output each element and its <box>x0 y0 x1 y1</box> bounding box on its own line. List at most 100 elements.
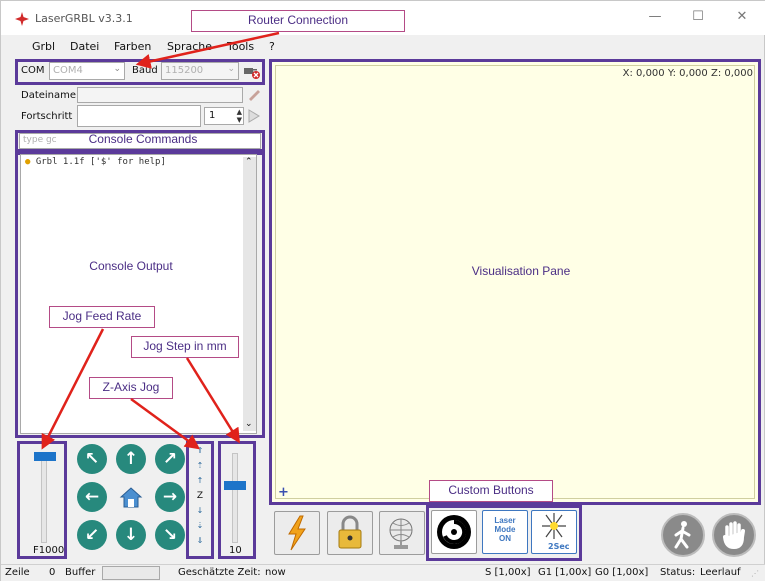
visualisation-pane[interactable]: X: 0,000 Y: 0,000 Z: 0,000 + <box>269 59 761 505</box>
status-label: Status: <box>660 567 696 578</box>
line-value: 0 <box>49 567 56 578</box>
globe-icon <box>389 518 413 549</box>
progress-label: Fortschritt <box>21 111 73 122</box>
z-up-fast-button[interactable]: ⇑ <box>195 447 205 455</box>
jog-down-button[interactable]: ↓ <box>116 520 146 550</box>
laser-app-icon <box>15 12 29 26</box>
menu-datei[interactable]: Datei <box>70 40 99 53</box>
jog-left-button[interactable]: ← <box>77 482 107 512</box>
walking-person-icon <box>674 521 691 549</box>
est-time-label: Geschätzte Zeit: <box>178 567 261 578</box>
com-value: COM4 <box>53 65 83 76</box>
unlock-button[interactable] <box>327 511 373 555</box>
laser-pulse-button[interactable]: 2Sec <box>531 510 577 554</box>
line-label: Zeile <box>5 567 30 578</box>
callout-z-axis-jog: Z-Axis Jog <box>89 377 173 399</box>
stop-hand-icon <box>723 521 745 550</box>
walk-button[interactable] <box>661 513 705 557</box>
callout-jog-feed-rate: Jog Feed Rate <box>49 306 155 328</box>
resize-grip-icon[interactable]: ⋰ <box>751 569 759 578</box>
z-label: Z <box>196 491 204 501</box>
z-down-button[interactable]: ↓ <box>195 507 205 515</box>
s-override[interactable]: S [1,00x] <box>485 567 531 578</box>
callout-router-connection: Router Connection <box>191 10 405 32</box>
home-icon <box>119 487 143 508</box>
menu-farben[interactable]: Farben <box>114 40 151 53</box>
callout-console-commands: Console Commands <box>88 132 198 146</box>
z-down-fast-button[interactable]: ⇓ <box>195 537 205 545</box>
g1-override[interactable]: G1 [1,00x] <box>538 567 591 578</box>
flash-grbl-button[interactable] <box>274 511 320 555</box>
est-time-value: now <box>265 567 286 578</box>
stop-button[interactable] <box>712 513 756 557</box>
com-select[interactable]: COM4 ⌄ <box>49 62 125 80</box>
coordinates-readout: X: 0,000 Y: 0,000 Z: 0,000 <box>622 68 753 79</box>
callout-jog-step: Jog Step in mm <box>131 336 239 358</box>
buffer-bar <box>102 566 160 580</box>
scroll-up-icon[interactable]: ⌃ <box>245 157 253 167</box>
jog-up-right-button[interactable]: ↗ <box>155 444 185 474</box>
laser-burst-icon <box>542 513 566 539</box>
callout-visualisation-pane: Visualisation Pane <box>471 264 571 278</box>
info-icon: ● <box>25 157 31 167</box>
jog-right-button[interactable]: → <box>155 482 185 512</box>
spiral-icon <box>437 515 471 549</box>
copies-value: 1 <box>209 110 216 121</box>
jog-down-left-button[interactable]: ↙ <box>77 520 107 550</box>
padlock-icon <box>338 515 362 549</box>
chevron-down-icon: ⌄ <box>227 64 235 74</box>
menu-tools[interactable]: Tools <box>227 40 254 53</box>
close-button[interactable]: ✕ <box>734 9 750 25</box>
console-line-text: Grbl 1.1f ['$' for help] <box>35 157 166 167</box>
jog-step-thumb[interactable] <box>224 481 246 490</box>
filename-field[interactable] <box>77 87 243 103</box>
minimize-button[interactable]: — <box>647 9 663 25</box>
jog-up-button[interactable]: ↑ <box>116 444 146 474</box>
baud-select[interactable]: 115200 ⌄ <box>161 62 239 80</box>
status-value: Leerlauf <box>700 567 741 578</box>
globe-button[interactable] <box>379 511 425 555</box>
play-icon[interactable] <box>247 108 261 124</box>
laser-mode-label: Laser Mode ON <box>494 516 516 543</box>
app-window: LaserGRBL v3.3.1 — ☐ ✕ Grbl Datei Farben… <box>0 0 765 581</box>
command-placeholder: type gc <box>23 135 57 145</box>
lightning-icon <box>288 515 306 551</box>
window-title: LaserGRBL v3.3.1 <box>35 12 133 25</box>
progress-bar <box>77 105 201 127</box>
menu-sprache[interactable]: Sprache <box>167 40 212 53</box>
filename-label: Dateiname <box>21 90 77 101</box>
g0-override[interactable]: G0 [1,00x] <box>595 567 648 578</box>
callout-custom-buttons: Custom Buttons <box>429 480 553 502</box>
stepper-arrows-icon[interactable]: ▲ ▼ <box>237 108 242 124</box>
work-area-border <box>275 65 755 499</box>
origin-cross-icon: + <box>278 485 289 500</box>
custom-spiral-button[interactable] <box>431 510 477 554</box>
copies-stepper[interactable]: 1 ▲ ▼ <box>204 107 244 125</box>
callout-console-output: Console Output <box>89 259 173 273</box>
jog-home-button[interactable] <box>116 482 146 512</box>
feed-rate-value: F1000 <box>33 545 65 556</box>
jog-step-slider[interactable] <box>232 453 238 543</box>
buffer-label: Buffer <box>65 567 96 578</box>
z-up-button[interactable]: ↑ <box>195 477 205 485</box>
feed-rate-thumb[interactable] <box>34 452 56 461</box>
z-down-medium-button[interactable]: ⇣ <box>195 522 205 530</box>
menu-help[interactable]: ? <box>269 40 275 53</box>
console-line: ● Grbl 1.1f ['$' for help] <box>25 157 166 167</box>
scroll-down-icon[interactable]: ⌄ <box>245 419 253 429</box>
baud-value: 115200 <box>165 65 204 76</box>
baud-label: Baud <box>132 65 158 76</box>
jog-step-value: 10 <box>229 545 242 556</box>
open-file-icon[interactable] <box>246 87 262 103</box>
maximize-button[interactable]: ☐ <box>690 9 706 25</box>
chevron-down-icon: ⌄ <box>113 64 121 74</box>
menu-grbl[interactable]: Grbl <box>32 40 55 53</box>
console-scrollbar[interactable]: ⌃ ⌄ <box>243 157 256 431</box>
connect-plug-icon[interactable] <box>243 62 261 80</box>
z-up-medium-button[interactable]: ⇡ <box>195 462 205 470</box>
jog-up-left-button[interactable]: ↖ <box>77 444 107 474</box>
feed-rate-slider[interactable] <box>41 453 47 543</box>
laser-mode-button[interactable]: Laser Mode ON <box>482 510 528 554</box>
com-label: COM <box>21 65 45 76</box>
jog-down-right-button[interactable]: ↘ <box>155 520 185 550</box>
